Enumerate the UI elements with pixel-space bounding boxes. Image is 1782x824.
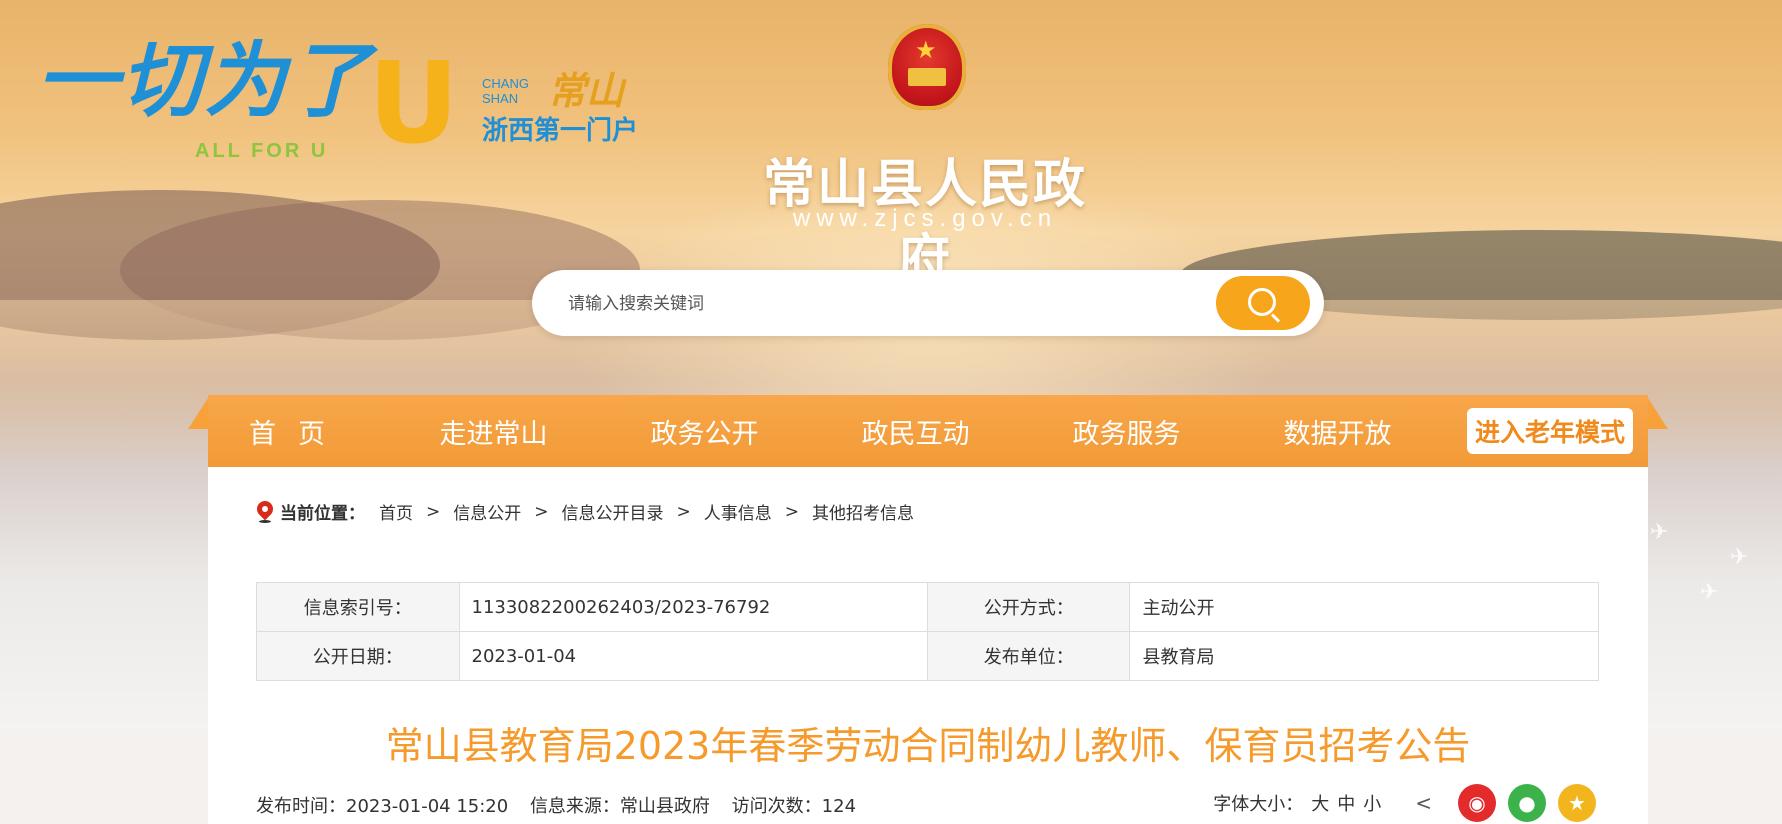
city-tagline: 浙西第一门户 bbox=[482, 116, 639, 146]
main-nav: 首页 走进常山 政务公开 政民互动 政务服务 数据开放 进入老年模式 bbox=[188, 395, 1668, 467]
article-tools: 字体大小： 大 中 小 < ◉ ● ★ bbox=[1213, 784, 1596, 822]
breadcrumb-personnel-info[interactable]: 人事信息 bbox=[704, 499, 772, 524]
nav-open-data[interactable]: 数据开放 bbox=[1232, 412, 1443, 451]
bird-decoration: ✈ bbox=[1700, 580, 1719, 605]
search-icon bbox=[1248, 288, 1276, 316]
info-meta-table: 信息索引号： 1133082200262403/2023-76792 公开方式：… bbox=[256, 582, 1599, 681]
nav-gov-affairs-open[interactable]: 政务公开 bbox=[599, 412, 810, 451]
unit-value: 县教育局 bbox=[1129, 631, 1599, 681]
city-en-line-1: CHANG bbox=[482, 76, 529, 91]
search-button[interactable] bbox=[1216, 276, 1310, 330]
search-bar bbox=[532, 270, 1324, 336]
city-en-logo: CHANG SHAN bbox=[482, 76, 529, 106]
bird-decoration: ✈ bbox=[1730, 545, 1749, 570]
elder-mode-button[interactable]: 进入老年模式 bbox=[1467, 408, 1634, 454]
wechat-share-icon[interactable]: ● bbox=[1508, 784, 1546, 822]
method-value: 主动公开 bbox=[1129, 582, 1599, 632]
nav-home[interactable]: 首页 bbox=[208, 412, 388, 451]
slogan-logo: 一切为了 bbox=[36, 33, 372, 129]
nav-interaction[interactable]: 政民互动 bbox=[810, 412, 1021, 451]
index-no-label: 信息索引号： bbox=[256, 582, 460, 632]
breadcrumb-separator: > bbox=[676, 501, 691, 522]
breadcrumb-info-catalog[interactable]: 信息公开目录 bbox=[562, 499, 664, 524]
slogan-u-logo: U bbox=[368, 39, 459, 169]
index-no-value: 1133082200262403/2023-76792 bbox=[458, 582, 928, 632]
method-label: 公开方式： bbox=[926, 582, 1131, 632]
nav-gov-services[interactable]: 政务服务 bbox=[1021, 412, 1232, 451]
favorite-star-icon[interactable]: ★ bbox=[1558, 784, 1596, 822]
unit-label: 发布单位： bbox=[926, 631, 1131, 681]
article-info: 发布时间：2023-01-04 15:20 信息来源：常山县政府 访问次数：12… bbox=[256, 792, 872, 818]
city-en-line-2: SHAN bbox=[482, 91, 519, 106]
breadcrumb-other-recruitment[interactable]: 其他招考信息 bbox=[812, 499, 914, 524]
font-size-large[interactable]: 大 bbox=[1311, 790, 1329, 816]
city-zh-logo: 常山 bbox=[548, 68, 625, 113]
national-emblem-icon: ★ bbox=[888, 24, 966, 110]
date-value: 2023-01-04 bbox=[458, 631, 928, 681]
font-size-medium[interactable]: 中 bbox=[1337, 790, 1355, 816]
breadcrumb-info-open[interactable]: 信息公开 bbox=[453, 499, 521, 524]
breadcrumb-separator: > bbox=[784, 501, 799, 522]
share-icon[interactable]: < bbox=[1415, 791, 1432, 815]
nav-about-changshan[interactable]: 走进常山 bbox=[388, 412, 599, 451]
font-size-small[interactable]: 小 bbox=[1363, 790, 1381, 816]
font-size-label: 字体大小： bbox=[1213, 794, 1304, 815]
info-source: 信息来源：常山县政府 bbox=[529, 796, 710, 817]
breadcrumb-separator: > bbox=[534, 501, 549, 522]
breadcrumb-separator: > bbox=[426, 501, 441, 522]
search-input[interactable] bbox=[566, 286, 1210, 322]
location-pin-icon bbox=[253, 497, 277, 523]
table-row: 信息索引号： 1133082200262403/2023-76792 公开方式：… bbox=[256, 582, 1599, 632]
breadcrumb-home[interactable]: 首页 bbox=[379, 499, 413, 524]
weibo-share-icon[interactable]: ◉ bbox=[1458, 784, 1496, 822]
visit-count: 访问次数：124 bbox=[731, 796, 857, 817]
date-label: 公开日期： bbox=[256, 631, 460, 681]
site-url: www.zjcs.gov.cn bbox=[792, 205, 1058, 232]
main-content: 当前位置： 首页 > 信息公开 > 信息公开目录 > 人事信息 > 其他招考信息… bbox=[208, 467, 1648, 824]
slogan-en: ALL FOR U bbox=[195, 140, 329, 162]
publish-time: 发布时间：2023-01-04 15:20 bbox=[256, 796, 509, 817]
breadcrumb-label: 当前位置： bbox=[280, 504, 365, 524]
article-title: 常山县教育局2023年春季劳动合同制幼儿教师、保育员招考公告 bbox=[385, 724, 1471, 768]
breadcrumb: 当前位置： 首页 > 信息公开 > 信息公开目录 > 人事信息 > 其他招考信息 bbox=[253, 497, 914, 524]
table-row: 公开日期： 2023-01-04 发布单位： 县教育局 bbox=[256, 631, 1599, 681]
bird-decoration: ✈ bbox=[1650, 520, 1669, 545]
